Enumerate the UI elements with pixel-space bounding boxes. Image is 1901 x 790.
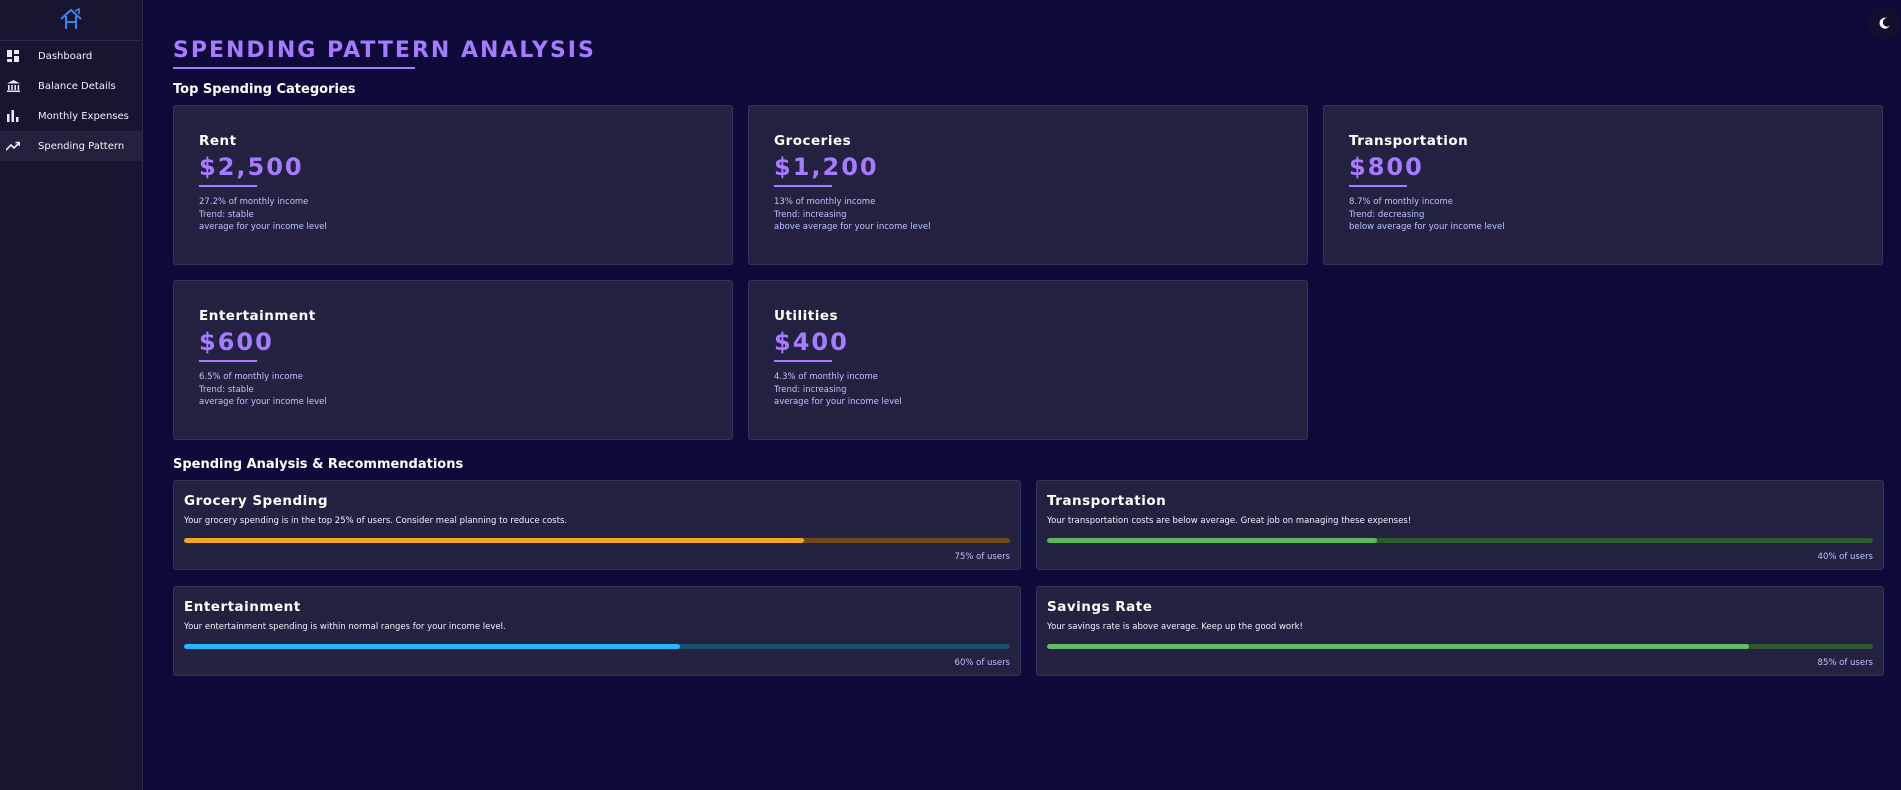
category-amount: $2,500 xyxy=(199,153,304,181)
category-amount: $800 xyxy=(1349,153,1424,181)
top-categories-heading: Top Spending Categories xyxy=(173,82,356,97)
category-percent: 13% of monthly income xyxy=(774,197,876,207)
category-amount: $400 xyxy=(774,328,849,356)
category-name: Utilities xyxy=(774,308,839,324)
sidebar-item-balance-details[interactable]: Balance Details xyxy=(0,71,142,101)
sidebar-item-spending-pattern[interactable]: Spending Pattern xyxy=(0,131,142,161)
category-amount: $1,200 xyxy=(774,153,879,181)
sidebar-item-label: Balance Details xyxy=(38,80,116,92)
category-comparison: below average for your income level xyxy=(1349,222,1505,232)
amount-underline xyxy=(199,185,257,187)
progress-track xyxy=(1047,538,1873,543)
category-name: Groceries xyxy=(774,133,852,149)
recommendation-card-savings-rate: Savings Rate Your savings rate is above … xyxy=(1036,586,1884,676)
recommendations-heading: Spending Analysis & Recommendations xyxy=(173,457,464,472)
logo[interactable] xyxy=(0,0,142,41)
progress-track xyxy=(1047,644,1873,649)
sidebar-item-label: Dashboard xyxy=(38,50,93,62)
amount-underline xyxy=(774,360,832,362)
sidebar-item-dashboard[interactable]: Dashboard xyxy=(0,41,142,71)
recommendation-title: Grocery Spending xyxy=(184,493,329,509)
recommendation-card-entertainment: Entertainment Your entertainment spendin… xyxy=(173,586,1021,676)
category-comparison: average for your income level xyxy=(774,397,902,407)
home-logo-icon xyxy=(60,7,82,29)
category-card-transportation: Transportation $800 8.7% of monthly inco… xyxy=(1323,105,1883,265)
title-underline xyxy=(173,67,415,69)
category-name: Rent xyxy=(199,133,237,149)
bank-icon xyxy=(6,79,20,93)
progress-fill xyxy=(1047,644,1750,649)
moon-icon xyxy=(1879,17,1890,29)
recommendation-card-transportation: Transportation Your transportation costs… xyxy=(1036,480,1884,570)
progress-fill xyxy=(184,644,680,649)
category-comparison: average for your income level xyxy=(199,397,327,407)
category-trend: Trend: decreasing xyxy=(1349,209,1425,220)
recommendation-description: Your transportation costs are below aver… xyxy=(1047,516,1412,526)
recommendation-description: Your grocery spending is in the top 25% … xyxy=(184,516,568,526)
sidebar-item-monthly-expenses[interactable]: Monthly Expenses xyxy=(0,101,142,131)
amount-underline xyxy=(199,360,257,362)
category-trend: Trend: stable xyxy=(199,209,254,220)
recommendation-title: Transportation xyxy=(1047,493,1167,509)
category-card-entertainment: Entertainment $600 6.5% of monthly incom… xyxy=(173,280,733,440)
recommendation-stat: 60% of users xyxy=(954,658,1010,668)
category-card-rent: Rent $2,500 27.2% of monthly income Tren… xyxy=(173,105,733,265)
sidebar-item-label: Spending Pattern xyxy=(38,140,125,152)
recommendation-card-grocery: Grocery Spending Your grocery spending i… xyxy=(173,480,1021,570)
category-trend: Trend: increasing xyxy=(774,384,847,395)
category-amount: $600 xyxy=(199,328,274,356)
recommendation-stat: 75% of users xyxy=(954,552,1010,562)
page-title: SPENDING PATTERN ANALYSIS xyxy=(173,38,596,63)
category-name: Entertainment xyxy=(199,308,316,324)
amount-underline xyxy=(1349,185,1407,187)
recommendation-title: Entertainment xyxy=(184,599,301,615)
category-name: Transportation xyxy=(1349,133,1469,149)
category-trend: Trend: stable xyxy=(199,384,254,395)
category-meta: 8.7% of monthly income Trend: decreasing… xyxy=(1349,196,1857,234)
dashboard-icon xyxy=(6,49,20,63)
bar-chart-icon xyxy=(6,109,20,123)
sidebar-nav: Dashboard Balance Details Monthly Expens… xyxy=(0,41,142,161)
category-meta: 4.3% of monthly income Trend: increasing… xyxy=(774,371,1282,409)
category-card-utilities: Utilities $400 4.3% of monthly income Tr… xyxy=(748,280,1308,440)
category-percent: 8.7% of monthly income xyxy=(1349,197,1454,207)
recommendation-title: Savings Rate xyxy=(1047,599,1153,615)
category-meta: 6.5% of monthly income Trend: stable ave… xyxy=(199,371,707,409)
recommendation-stat: 40% of users xyxy=(1817,552,1873,562)
sidebar: Dashboard Balance Details Monthly Expens… xyxy=(0,0,143,790)
category-percent: 27.2% of monthly income xyxy=(199,197,309,207)
category-percent: 4.3% of monthly income xyxy=(774,372,879,382)
category-meta: 13% of monthly income Trend: increasing … xyxy=(774,196,1282,234)
sidebar-item-label: Monthly Expenses xyxy=(38,110,129,122)
trending-up-icon xyxy=(6,139,20,153)
category-trend: Trend: increasing xyxy=(774,209,847,220)
category-comparison: above average for your income level xyxy=(774,222,931,232)
recommendation-description: Your entertainment spending is within no… xyxy=(184,622,506,632)
category-comparison: average for your income level xyxy=(199,222,327,232)
category-percent: 6.5% of monthly income xyxy=(199,372,304,382)
progress-track xyxy=(184,538,1010,543)
progress-fill xyxy=(1047,538,1378,543)
progress-track xyxy=(184,644,1010,649)
amount-underline xyxy=(774,185,832,187)
category-meta: 27.2% of monthly income Trend: stable av… xyxy=(199,196,707,234)
recommendation-description: Your savings rate is above average. Keep… xyxy=(1047,622,1303,632)
category-card-groceries: Groceries $1,200 13% of monthly income T… xyxy=(748,105,1308,265)
progress-fill xyxy=(184,538,804,543)
recommendation-stat: 85% of users xyxy=(1817,658,1873,668)
theme-toggle-button[interactable] xyxy=(1869,7,1901,39)
